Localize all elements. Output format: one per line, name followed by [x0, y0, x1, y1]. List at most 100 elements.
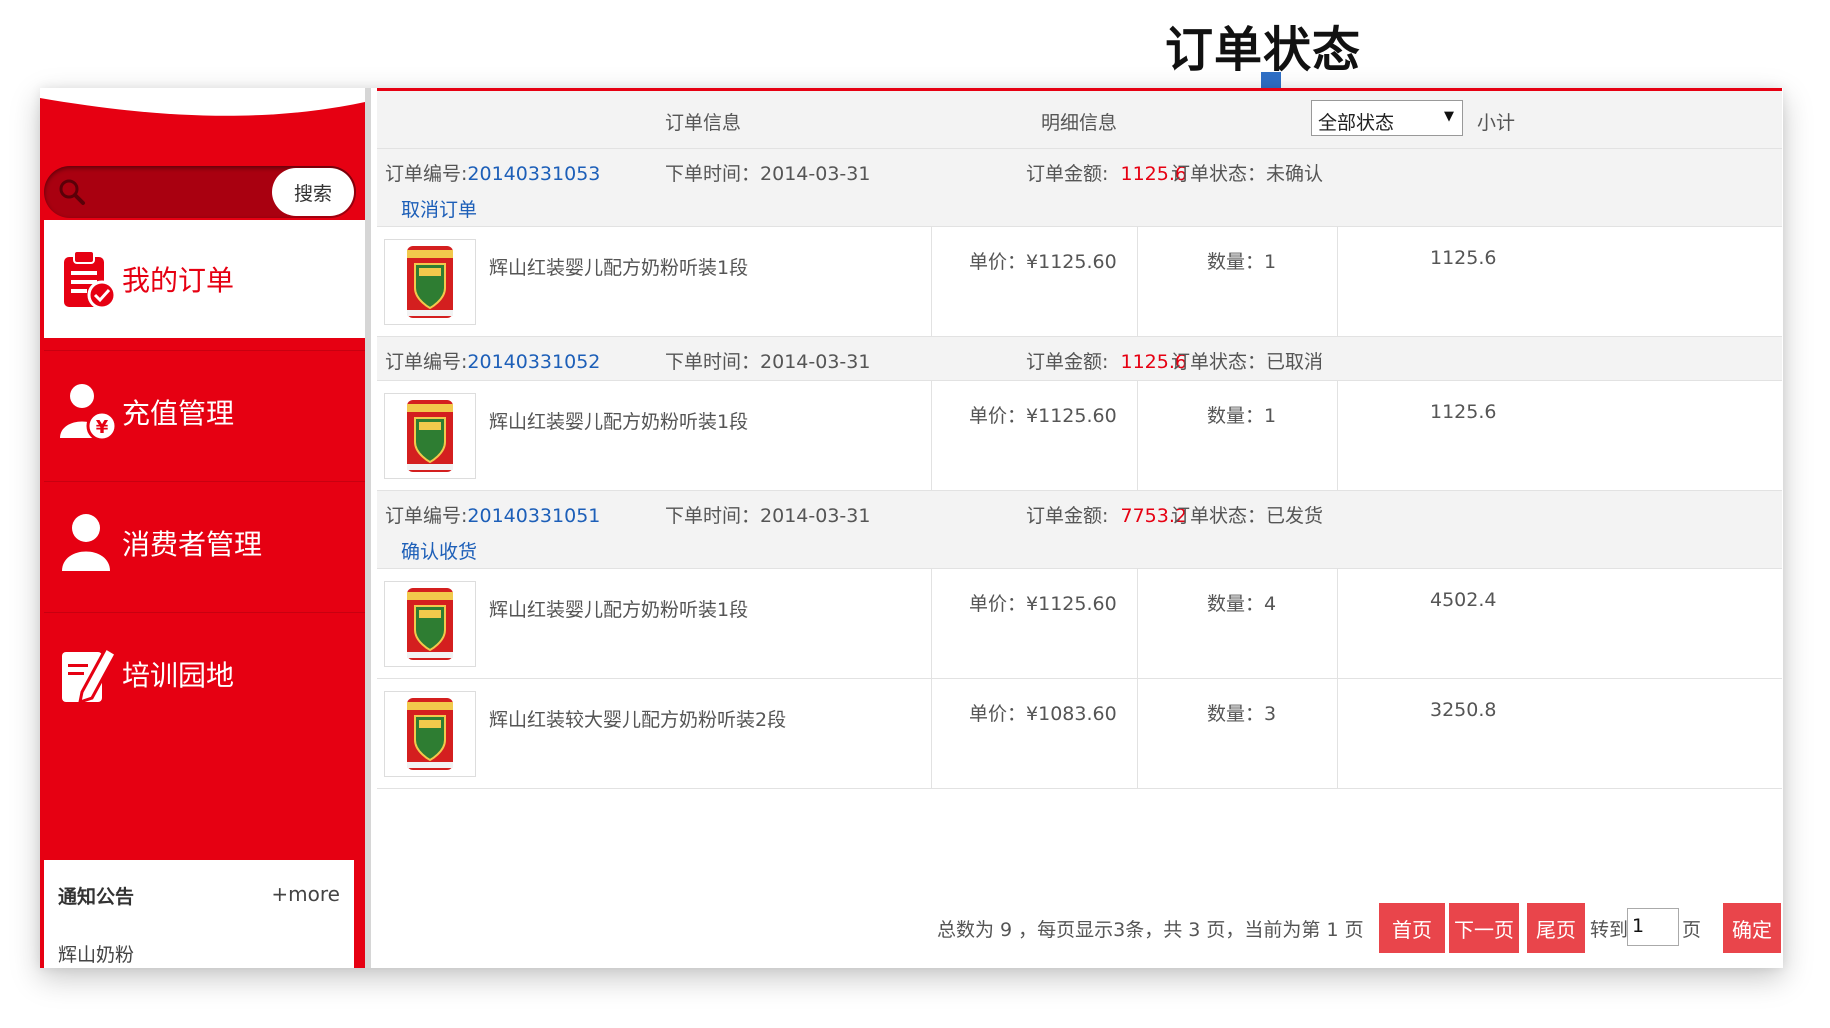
svg-text:¥: ¥ — [96, 417, 109, 438]
product-thumbnail[interactable] — [384, 581, 476, 667]
sidebar-item-training[interactable]: 培训园地 — [44, 615, 365, 733]
column-subtotal: 小计 — [1477, 112, 1516, 134]
notice-title: 通知公告 — [58, 886, 135, 908]
confirm-page-button[interactable]: 确定 — [1723, 903, 1781, 953]
order-item-row: 辉山红装婴儿配方奶粉听装1段 单价：¥1125.60 数量：1 1125.6 — [377, 381, 1782, 491]
sidebar-divider — [44, 612, 365, 613]
cell-divider — [931, 227, 932, 336]
order-status: 订单状态：已取消 — [1171, 351, 1324, 373]
item-subtotal: 1125.6 — [1430, 401, 1497, 423]
sidebar-item-label: 培训园地 — [122, 659, 235, 692]
cell-divider — [1137, 569, 1138, 678]
status-filter-select[interactable]: 全部状态 ▼ — [1311, 100, 1463, 136]
column-order-info: 订单信息 — [665, 112, 742, 134]
cell-divider — [1337, 569, 1338, 678]
search-box: 搜索 — [44, 166, 356, 218]
sidebar-item-label: 消费者管理 — [122, 528, 263, 561]
cancel-order-link[interactable]: 取消订单 — [401, 195, 477, 222]
page-number-input[interactable]: 1 — [1627, 908, 1679, 946]
last-page-button[interactable]: 尾页 — [1527, 903, 1585, 953]
notice-more-link[interactable]: +more — [271, 882, 340, 906]
cell-divider — [1137, 381, 1138, 490]
cell-divider — [1137, 227, 1138, 336]
product-name[interactable]: 辉山红装较大婴儿配方奶粉听装2段 — [489, 705, 786, 732]
sidebar: 搜索 我的订单 ¥ 充值管理 消费者管理 培训园地 通知公告 +more 辉山奶… — [40, 88, 365, 968]
order-amount: 订单金额: 1125.6 — [1026, 351, 1187, 373]
order-number: 订单编号:20140331053 — [385, 163, 601, 185]
pagination: 总数为 9 ，每页显示3条，共 3 页，当前为第 1 页 首页 下一页 尾页 转… — [377, 903, 1782, 953]
cell-divider — [931, 381, 932, 490]
sidebar-item-consumers[interactable]: 消费者管理 — [44, 484, 365, 602]
order-page-window: 搜索 我的订单 ¥ 充值管理 消费者管理 培训园地 通知公告 +more 辉山奶… — [40, 88, 1783, 968]
sidebar-item-recharge[interactable]: ¥ 充值管理 — [44, 353, 365, 471]
order-amount: 订单金额: 7753.2 — [1026, 505, 1187, 527]
order-item-row: 辉山红装婴儿配方奶粉听装1段 单价：¥1125.60 数量：4 4502.4 — [377, 569, 1782, 679]
order-time: 下单时间：2014-03-31 — [665, 505, 871, 527]
column-detail-info: 明细信息 — [1041, 112, 1118, 134]
annotation-title: 订单状态 — [1165, 22, 1362, 78]
sidebar-header-wave — [40, 88, 365, 116]
product-thumbnail[interactable] — [384, 239, 476, 325]
sidebar-item-label: 我的订单 — [122, 264, 235, 297]
order-table: 订单信息 明细信息 全部状态 ▼ 小计 订单编号:20140331053 下单时… — [377, 88, 1782, 968]
clipboard-check-icon — [64, 250, 117, 310]
order-number-link[interactable]: 20140331052 — [467, 351, 600, 373]
main-content: 订单信息 明细信息 全部状态 ▼ 小计 订单编号:20140331053 下单时… — [365, 88, 1783, 968]
order-header: 订单编号:20140331053 下单时间：2014-03-31 订单金额: 1… — [377, 149, 1782, 227]
order-number: 订单编号:20140331052 — [385, 351, 601, 373]
product-name[interactable]: 辉山红装婴儿配方奶粉听装1段 — [489, 253, 748, 280]
quantity: 数量：1 — [1207, 251, 1277, 273]
unit-price: 单价：¥1083.60 — [969, 703, 1117, 725]
order-item-row: 辉山红装较大婴儿配方奶粉听装2段 单价：¥1083.60 数量：3 3250.8 — [377, 679, 1782, 789]
search-button[interactable]: 搜索 — [272, 168, 354, 216]
first-page-button[interactable]: 首页 — [1379, 903, 1445, 953]
order-number-link[interactable]: 20140331051 — [467, 505, 600, 527]
order-amount: 订单金额: 1125.6 — [1026, 163, 1187, 185]
sidebar-item-label: 充值管理 — [122, 397, 235, 430]
product-thumbnail[interactable] — [384, 691, 476, 777]
product-name[interactable]: 辉山红装婴儿配方奶粉听装1段 — [489, 407, 748, 434]
milk-can-image — [407, 400, 453, 472]
order-number-link[interactable]: 20140331053 — [467, 163, 600, 185]
next-page-button[interactable]: 下一页 — [1449, 903, 1519, 953]
sidebar-divider — [44, 481, 365, 482]
milk-can-image — [407, 698, 453, 770]
pagination-summary: 总数为 9 ，每页显示3条，共 3 页，当前为第 1 页 — [937, 919, 1364, 941]
status-filter-value: 全部状态 — [1318, 112, 1395, 134]
order-time: 下单时间：2014-03-31 — [665, 163, 871, 185]
sidebar-divider — [44, 350, 365, 351]
notice-panel: 通知公告 +more 辉山奶粉 — [44, 860, 354, 968]
order-time: 下单时间：2014-03-31 — [665, 351, 871, 373]
cell-divider — [931, 679, 932, 788]
edit-pencil-icon — [62, 645, 118, 705]
milk-can-image — [407, 588, 453, 660]
chevron-down-icon: ▼ — [1444, 109, 1454, 124]
user-icon — [62, 514, 110, 571]
unit-price: 单价：¥1125.60 — [969, 251, 1117, 273]
goto-label: 转到 — [1590, 919, 1629, 941]
quantity: 数量：4 — [1207, 593, 1277, 615]
milk-can-image — [407, 246, 453, 318]
order-number: 订单编号:20140331051 — [385, 505, 601, 527]
item-subtotal: 4502.4 — [1430, 589, 1497, 611]
cell-divider — [1337, 381, 1338, 490]
confirm-receipt-link[interactable]: 确认收货 — [401, 537, 477, 564]
sidebar-item-my-orders[interactable]: 我的订单 — [44, 220, 365, 338]
cell-divider — [1137, 679, 1138, 788]
search-icon[interactable] — [58, 178, 86, 206]
table-header: 订单信息 明细信息 全部状态 ▼ 小计 — [377, 91, 1782, 149]
unit-price: 单价：¥1125.60 — [969, 593, 1117, 615]
order-item-row: 辉山红装婴儿配方奶粉听装1段 单价：¥1125.60 数量：1 1125.6 — [377, 227, 1782, 337]
product-thumbnail[interactable] — [384, 393, 476, 479]
product-name[interactable]: 辉山红装婴儿配方奶粉听装1段 — [489, 595, 748, 622]
quantity: 数量：3 — [1207, 703, 1277, 725]
cell-divider — [1337, 227, 1338, 336]
unit-price: 单价：¥1125.60 — [969, 405, 1117, 427]
quantity: 数量：1 — [1207, 405, 1277, 427]
page-suffix-label: 页 — [1682, 919, 1702, 941]
notice-item[interactable]: 辉山奶粉 — [58, 940, 134, 967]
item-subtotal: 3250.8 — [1430, 699, 1497, 721]
item-subtotal: 1125.6 — [1430, 247, 1497, 269]
order-header: 订单编号:20140331051 下单时间：2014-03-31 订单金额: 7… — [377, 491, 1782, 569]
order-status: 订单状态：未确认 — [1171, 163, 1324, 185]
